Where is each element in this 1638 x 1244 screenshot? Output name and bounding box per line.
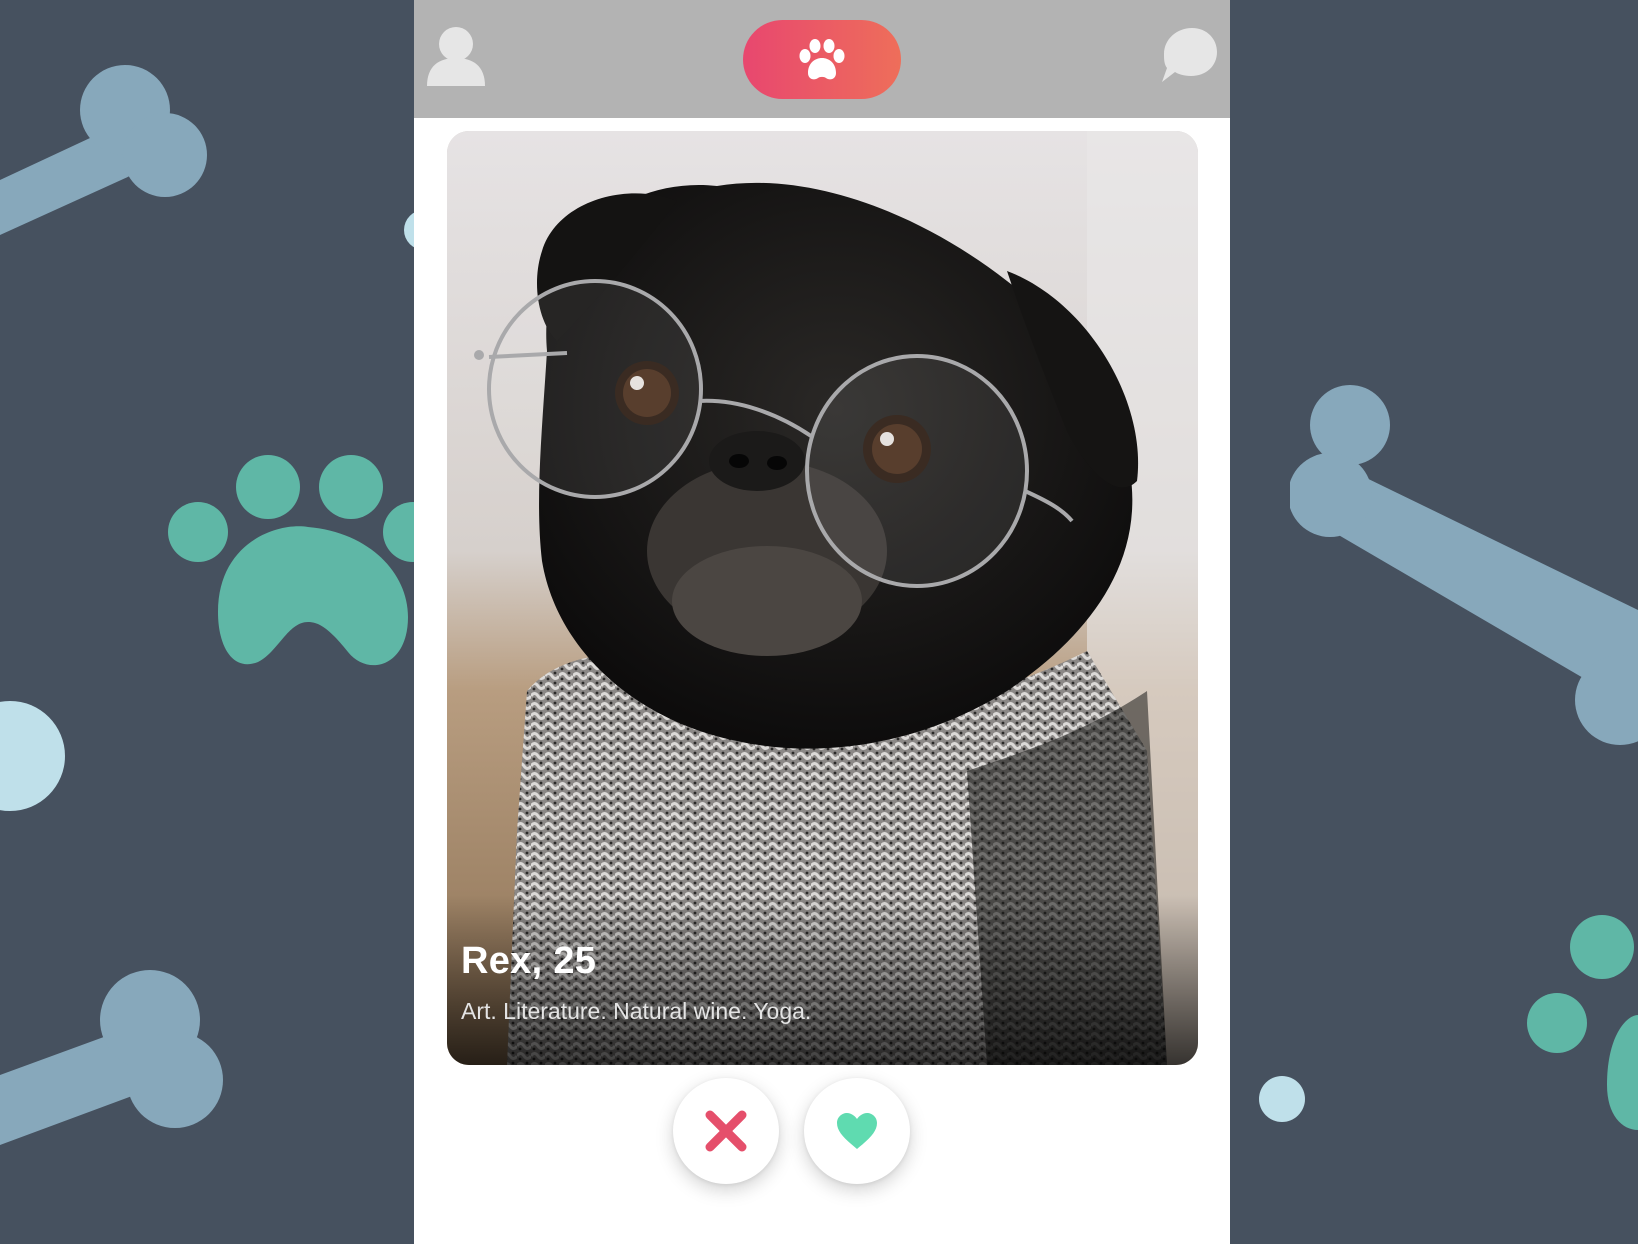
bone-decoration-icon <box>0 970 223 1145</box>
close-x-icon <box>705 1110 747 1152</box>
top-navigation-bar <box>414 0 1230 118</box>
bone-decoration-icon <box>1290 385 1638 745</box>
bone-decoration-icon <box>0 65 207 235</box>
swipe-actions <box>414 1078 1230 1188</box>
profile-bio: Art. Literature. Natural wine. Yoga. <box>461 998 812 1024</box>
dot-decoration-icon <box>0 701 65 811</box>
like-button[interactable] <box>804 1078 910 1184</box>
dot-decoration-icon <box>1259 1076 1305 1122</box>
heart-icon <box>837 1113 877 1149</box>
app-background: Rex, 25 Art. Literature. Natural wine. Y… <box>0 0 1638 1244</box>
paw-home-button[interactable] <box>743 20 901 99</box>
user-silhouette-icon[interactable] <box>427 26 485 86</box>
paw-print-decoration-icon <box>168 455 418 666</box>
paw-print-decoration-icon <box>1527 915 1638 1130</box>
profile-card[interactable]: Rex, 25 Art. Literature. Natural wine. Y… <box>447 131 1198 1065</box>
profile-name-age: Rex, 25 <box>461 940 597 982</box>
app-window: Rex, 25 Art. Literature. Natural wine. Y… <box>414 0 1230 1244</box>
dislike-button[interactable] <box>673 1078 779 1184</box>
chat-bubble-icon[interactable] <box>1160 26 1218 84</box>
paw-icon <box>799 38 845 79</box>
